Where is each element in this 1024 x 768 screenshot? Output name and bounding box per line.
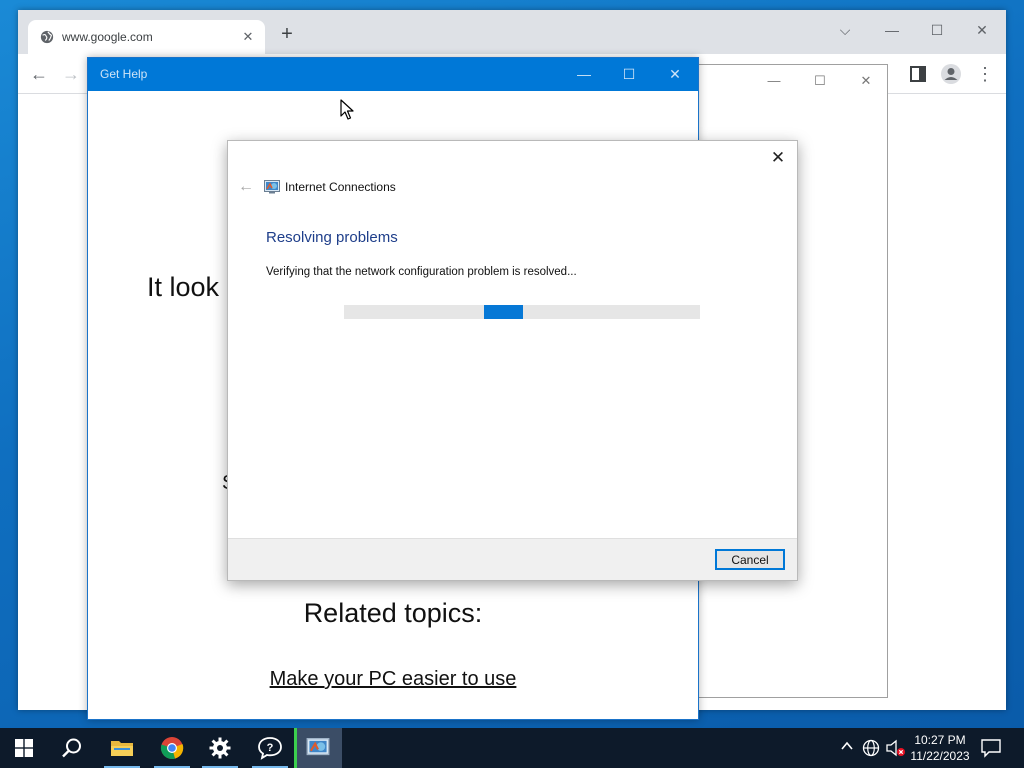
start-button[interactable]	[0, 728, 48, 768]
browser-tab[interactable]: www.google.com ✕	[28, 20, 265, 54]
forward-button[interactable]: →	[58, 62, 84, 86]
network-globe-icon[interactable]	[862, 739, 880, 757]
maximize-button[interactable]: ☐	[805, 71, 835, 91]
mouse-cursor-icon	[340, 99, 354, 120]
taskbar-file-explorer[interactable]	[98, 728, 146, 768]
minimize-button[interactable]: —	[759, 71, 789, 91]
minimize-button[interactable]: —	[880, 18, 904, 42]
tab-close-icon[interactable]: ✕	[239, 29, 257, 45]
window-title: Get Help	[100, 67, 148, 81]
network-troubleshooter-icon	[306, 738, 330, 756]
dialog-footer: Cancel	[228, 538, 797, 580]
dialog-app-title: Internet Connections	[285, 180, 396, 194]
related-topics-heading: Related topics:	[303, 598, 483, 628]
new-tab-button[interactable]: +	[276, 23, 298, 45]
taskbar-troubleshooter[interactable]	[294, 728, 342, 768]
folder-icon	[111, 741, 133, 756]
taskbar-clock[interactable]: 10:27 PM 11/22/2023	[904, 732, 976, 764]
minimize-button[interactable]: —	[569, 63, 599, 85]
make-pc-easier-link[interactable]: Make your PC easier to use	[88, 668, 698, 691]
cancel-button[interactable]: Cancel	[715, 549, 785, 570]
progress-bar-fill	[484, 305, 524, 319]
side-panel-icon[interactable]	[908, 64, 928, 84]
show-hidden-icons-chevron-icon[interactable]	[838, 739, 856, 757]
get-help-heading: It look	[147, 272, 220, 302]
globe-icon	[40, 30, 54, 44]
chrome-tab-strip: www.google.com ✕ + ⌵ — ☐ ✕	[18, 10, 1006, 54]
gear-icon	[209, 737, 231, 759]
svg-text:?: ?	[267, 742, 274, 754]
chrome-menu-icon[interactable]: ⋮	[972, 62, 998, 86]
tab-title: www.google.com	[62, 30, 153, 44]
clock-date: 11/22/2023	[910, 749, 970, 763]
back-button[interactable]: ←	[26, 62, 52, 86]
taskbar: ? 10:27 PM 11/22/2023	[0, 728, 1024, 768]
search-button[interactable]	[48, 728, 96, 768]
maximize-button[interactable]: ☐	[925, 18, 949, 42]
clock-time: 10:27 PM	[914, 733, 966, 747]
dialog-heading: Resolving problems	[266, 229, 398, 246]
windows-logo-icon	[15, 739, 33, 757]
back-arrow-icon[interactable]: ←	[236, 178, 256, 196]
maximize-button[interactable]: ☐	[614, 63, 644, 85]
taskbar-get-help[interactable]: ?	[246, 728, 294, 768]
close-button[interactable]: ✕	[851, 71, 881, 91]
close-button[interactable]: ✕	[660, 63, 690, 85]
profile-icon[interactable]	[940, 63, 962, 85]
close-icon[interactable]: ✕	[765, 147, 791, 169]
get-help-titlebar: Get Help — ☐ ✕	[88, 58, 698, 91]
troubleshooter-dialog: ✕ ← Internet Connections Resolving probl…	[227, 140, 798, 581]
search-icon	[62, 738, 81, 758]
help-icon: ?	[258, 737, 282, 760]
taskbar-settings[interactable]	[196, 728, 244, 768]
dialog-status-text: Verifying that the network configuration…	[266, 266, 577, 278]
notification-center-icon[interactable]	[980, 738, 1002, 758]
chrome-icon	[160, 737, 184, 760]
close-button[interactable]: ✕	[970, 18, 994, 42]
network-troubleshooter-icon	[264, 180, 280, 194]
tab-search-icon[interactable]: ⌵	[833, 18, 857, 42]
progress-bar	[344, 305, 700, 319]
taskbar-chrome[interactable]	[148, 728, 196, 768]
